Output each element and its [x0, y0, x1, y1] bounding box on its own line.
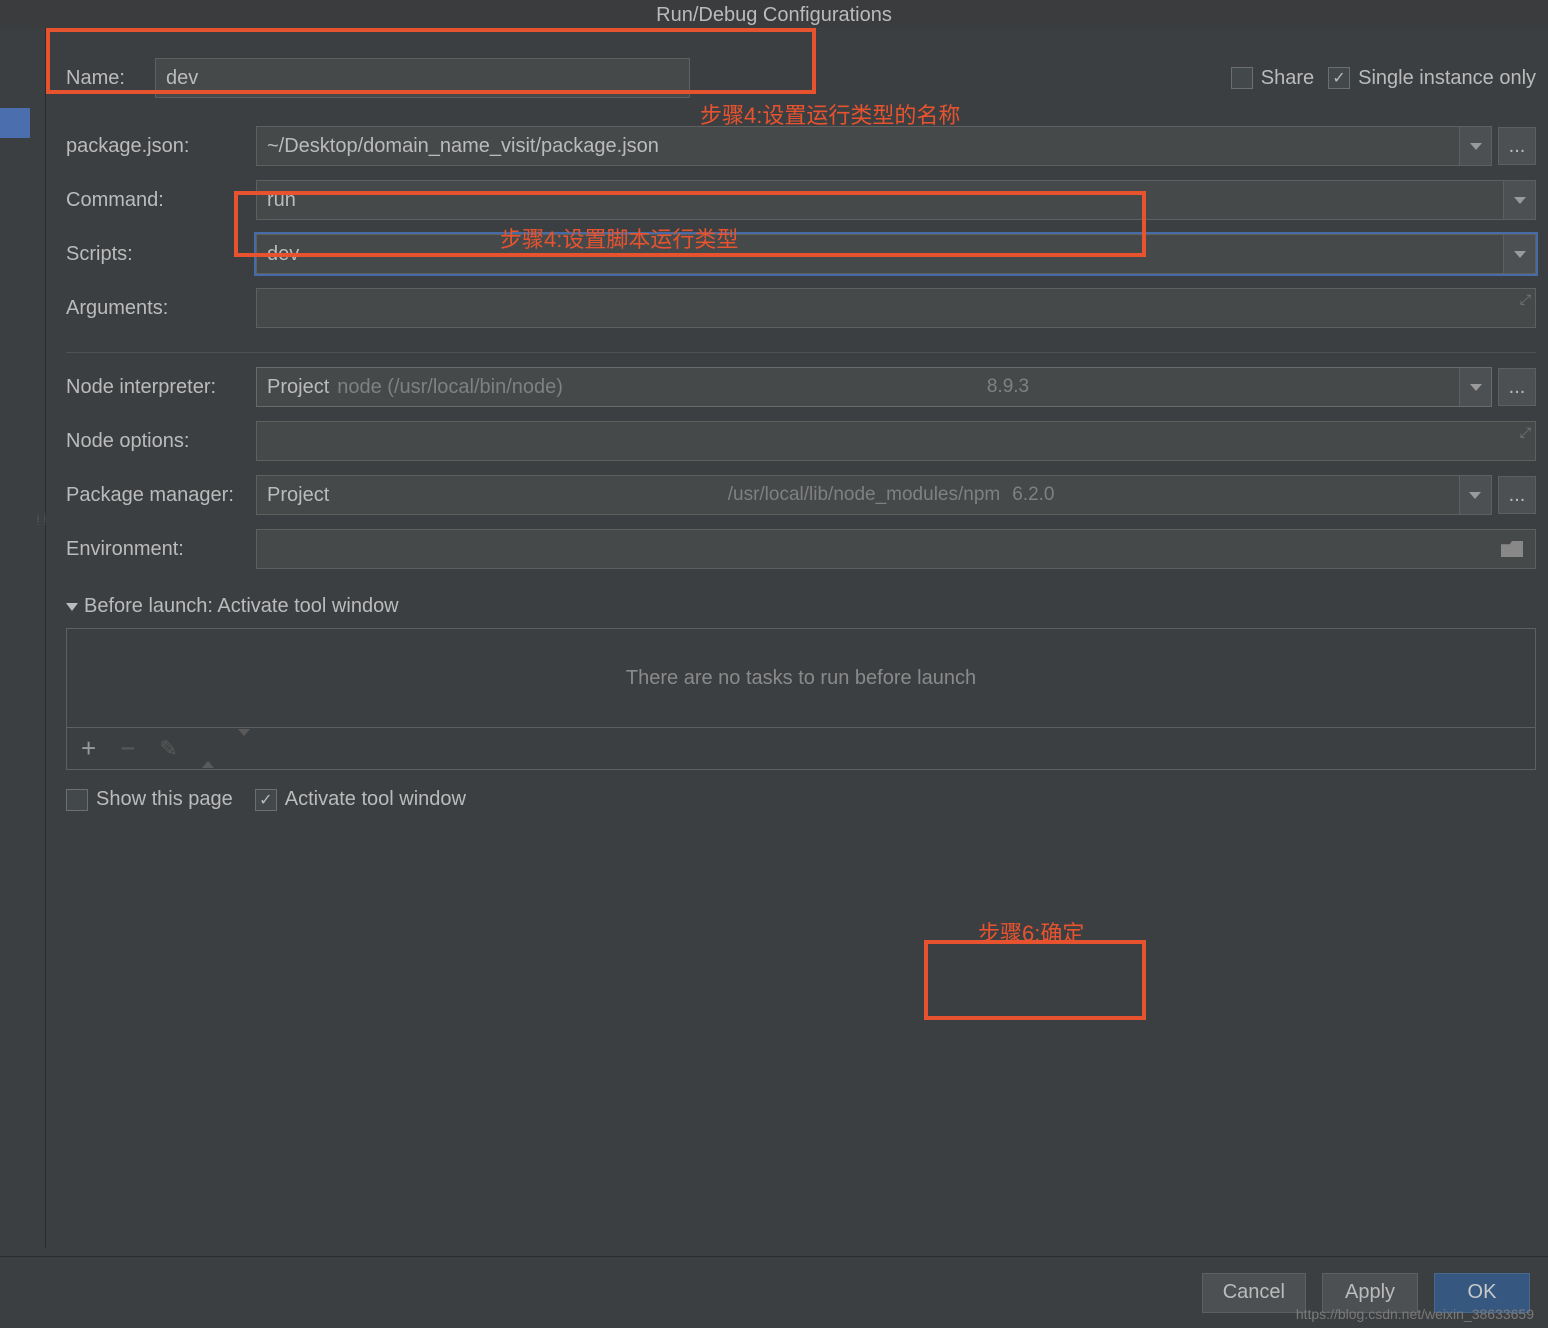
window-title: Run/Debug Configurations: [0, 0, 1548, 28]
package-manager-path: /usr/local/lib/node_modules/npm: [728, 484, 1001, 506]
environment-label: Environment:: [66, 538, 250, 561]
config-form: Name: Share ✓ Single instance only packa…: [46, 28, 1548, 1248]
package-manager-version: 6.2.0: [1012, 484, 1054, 506]
show-this-page-checkbox[interactable]: Show this page: [66, 788, 233, 811]
command-label: Command:: [66, 189, 250, 212]
node-interpreter-path: node (/usr/local/bin/node): [337, 376, 563, 399]
checkbox-icon: ✓: [1328, 67, 1350, 89]
scripts-value: dev: [267, 243, 299, 266]
browse-button[interactable]: ...: [1498, 476, 1536, 514]
package-manager-label: Package manager:: [66, 484, 250, 507]
arguments-input[interactable]: ⤢: [256, 288, 1536, 328]
chevron-down-icon: [1459, 476, 1491, 514]
command-value: run: [267, 189, 296, 212]
single-instance-checkbox[interactable]: ✓ Single instance only: [1328, 67, 1536, 90]
cancel-button[interactable]: Cancel: [1202, 1273, 1306, 1313]
remove-task-button[interactable]: −: [120, 733, 135, 764]
show-this-page-label: Show this page: [96, 788, 233, 811]
add-task-button[interactable]: +: [81, 733, 96, 764]
config-tree-sidebar[interactable]: ⋮⋮⋮⋮⋮⋮: [0, 28, 46, 1248]
folder-icon[interactable]: [1501, 541, 1523, 557]
checkbox-icon: [66, 789, 88, 811]
browse-button[interactable]: ...: [1498, 368, 1536, 406]
sidebar-resize-grip[interactable]: ⋮⋮⋮⋮⋮⋮: [35, 516, 43, 536]
scripts-select[interactable]: dev: [256, 234, 1536, 274]
name-input[interactable]: [155, 58, 690, 98]
activate-tool-window-checkbox[interactable]: ✓ Activate tool window: [255, 788, 466, 811]
watermark: https://blog.csdn.net/weixin_38633659: [1296, 1306, 1534, 1322]
node-options-label: Node options:: [66, 430, 250, 453]
expand-icon[interactable]: ⤢: [1520, 291, 1531, 308]
checkbox-icon: [1231, 67, 1253, 89]
share-checkbox[interactable]: Share: [1231, 67, 1314, 90]
browse-button[interactable]: ...: [1498, 127, 1536, 165]
separator: [66, 352, 1536, 353]
package-manager-select[interactable]: Project /usr/local/lib/node_modules/npm …: [256, 475, 1492, 515]
share-label: Share: [1261, 67, 1314, 90]
name-label: Name:: [66, 67, 141, 90]
arguments-label: Arguments:: [66, 297, 250, 320]
node-interpreter-prefix: Project: [267, 376, 329, 399]
chevron-down-icon: [66, 603, 78, 611]
node-interpreter-select[interactable]: Project node (/usr/local/bin/node) 8.9.3: [256, 367, 1492, 407]
activate-tool-window-label: Activate tool window: [285, 788, 466, 811]
chevron-down-icon: [1459, 127, 1491, 165]
edit-task-button[interactable]: ✎: [159, 736, 177, 762]
before-launch-toolbar: + − ✎: [66, 728, 1536, 770]
node-options-input[interactable]: ⤢: [256, 421, 1536, 461]
package-json-label: package.json:: [66, 135, 250, 158]
chevron-down-icon: [1503, 181, 1535, 219]
checkbox-icon: ✓: [255, 789, 277, 811]
package-manager-prefix: Project: [267, 484, 329, 507]
before-launch-tasks-empty: There are no tasks to run before launch: [66, 628, 1536, 728]
selected-config-indicator[interactable]: [0, 108, 30, 138]
package-json-select[interactable]: ~/Desktop/domain_name_visit/package.json: [256, 126, 1492, 166]
chevron-down-icon: [1503, 235, 1535, 273]
node-interpreter-label: Node interpreter:: [66, 376, 250, 399]
move-up-button[interactable]: [202, 736, 214, 762]
expand-icon[interactable]: ⤢: [1520, 424, 1531, 441]
command-select[interactable]: run: [256, 180, 1536, 220]
environment-input[interactable]: [256, 529, 1536, 569]
node-interpreter-version: 8.9.3: [987, 376, 1029, 398]
before-launch-header[interactable]: Before launch: Activate tool window: [66, 595, 1536, 618]
chevron-down-icon: [1459, 368, 1491, 406]
single-instance-label: Single instance only: [1358, 67, 1536, 90]
package-json-value: ~/Desktop/domain_name_visit/package.json: [267, 135, 659, 158]
move-down-button[interactable]: [238, 736, 250, 762]
before-launch-section: Before launch: Activate tool window Ther…: [66, 595, 1536, 811]
scripts-label: Scripts:: [66, 243, 250, 266]
